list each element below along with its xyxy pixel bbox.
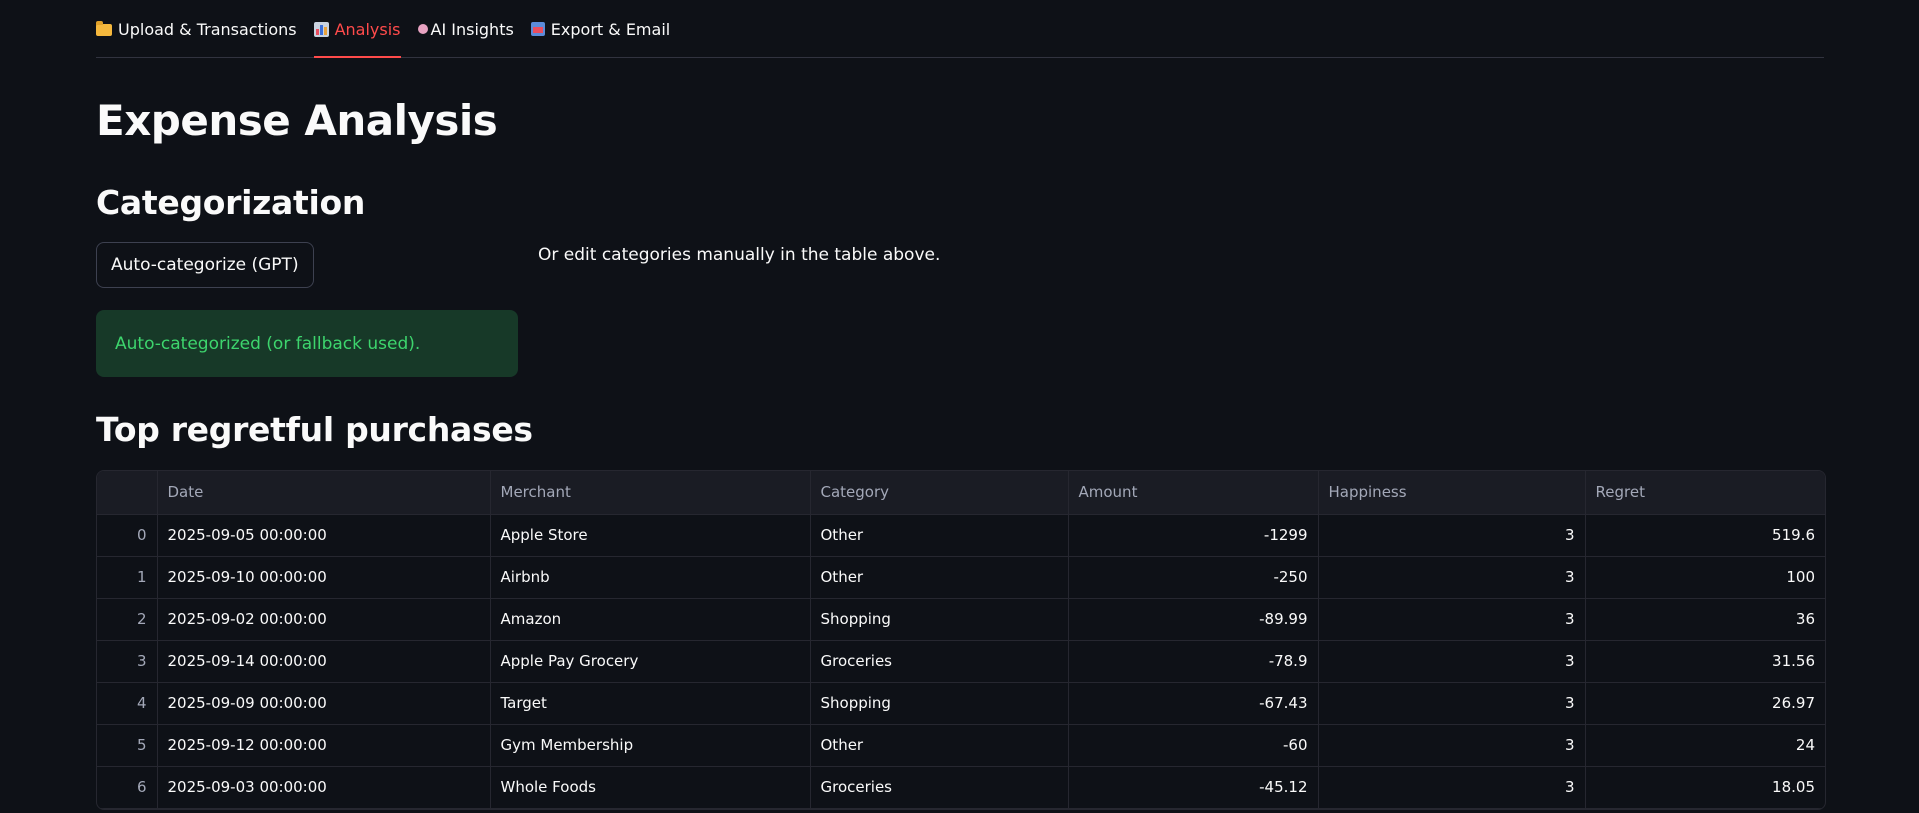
cell-category[interactable]: Groceries — [810, 766, 1069, 809]
cell-regret[interactable]: 26.97 — [1585, 682, 1825, 725]
column-header-merchant[interactable]: Merchant — [490, 471, 811, 515]
cell-category[interactable]: Other — [810, 556, 1069, 599]
regretful-heading: Top regretful purchases — [96, 410, 533, 449]
cell-merchant[interactable]: Target — [490, 682, 811, 725]
cell-regret[interactable]: 100 — [1585, 556, 1825, 599]
cell-category[interactable]: Other — [810, 514, 1069, 557]
success-message: Auto-categorized (or fallback used). — [115, 333, 421, 354]
table-row[interactable]: 3 2025-09-14 00:00:00 Apple Pay Grocery … — [97, 640, 1825, 683]
cell-category[interactable]: Shopping — [810, 682, 1069, 725]
cell-merchant[interactable]: Whole Foods — [490, 766, 811, 809]
auto-categorize-button[interactable]: Auto-categorize (GPT) — [96, 242, 314, 288]
cell-regret[interactable]: 24 — [1585, 724, 1825, 767]
success-alert: Auto-categorized (or fallback used). — [96, 310, 518, 377]
tab-label: Upload & Transactions — [118, 19, 297, 39]
cell-merchant[interactable]: Apple Pay Grocery — [490, 640, 811, 683]
column-header-index[interactable] — [97, 471, 158, 515]
row-index: 6 — [97, 766, 158, 809]
row-index: 0 — [97, 514, 158, 557]
categorization-heading: Categorization — [96, 183, 366, 222]
cell-amount[interactable]: -250 — [1068, 556, 1319, 599]
row-index: 4 — [97, 682, 158, 725]
cell-regret[interactable]: 31.56 — [1585, 640, 1825, 683]
cell-category[interactable]: Other — [810, 724, 1069, 767]
cell-amount[interactable]: -60 — [1068, 724, 1319, 767]
tab-ai-insights[interactable]: AI Insights — [417, 1, 514, 57]
cell-date[interactable]: 2025-09-02 00:00:00 — [157, 598, 491, 641]
tab-label: Analysis — [334, 19, 401, 39]
cell-happiness[interactable]: 3 — [1318, 598, 1586, 641]
cell-amount[interactable]: -78.9 — [1068, 640, 1319, 683]
manual-edit-hint: Or edit categories manually in the table… — [538, 245, 941, 265]
column-header-category[interactable]: Category — [810, 471, 1069, 515]
cell-date[interactable]: 2025-09-12 00:00:00 — [157, 724, 491, 767]
row-index: 1 — [97, 556, 158, 599]
cell-merchant[interactable]: Apple Store — [490, 514, 811, 557]
tab-bar: Upload & Transactions Analysis AI Insigh… — [96, 0, 1824, 58]
tab-label: Export & Email — [550, 19, 671, 39]
cell-amount[interactable]: -89.99 — [1068, 598, 1319, 641]
cell-happiness[interactable]: 3 — [1318, 766, 1586, 809]
cell-date[interactable]: 2025-09-09 00:00:00 — [157, 682, 491, 725]
regretful-table[interactable]: Date Merchant Category Amount Happiness … — [96, 470, 1826, 810]
column-header-date[interactable]: Date — [157, 471, 491, 515]
row-index: 3 — [97, 640, 158, 683]
main-container: Upload & Transactions Analysis AI Insigh… — [96, 0, 1826, 810]
cell-regret[interactable]: 36 — [1585, 598, 1825, 641]
cell-amount[interactable]: -45.12 — [1068, 766, 1319, 809]
cell-amount[interactable]: -67.43 — [1068, 682, 1319, 725]
cell-date[interactable]: 2025-09-03 00:00:00 — [157, 766, 491, 809]
cell-happiness[interactable]: 3 — [1318, 556, 1586, 599]
cell-happiness[interactable]: 3 — [1318, 640, 1586, 683]
row-index: 2 — [97, 598, 158, 641]
tab-upload-transactions[interactable]: Upload & Transactions — [96, 1, 297, 57]
cell-happiness[interactable]: 3 — [1318, 724, 1586, 767]
cell-category[interactable]: Shopping — [810, 598, 1069, 641]
row-index: 5 — [97, 724, 158, 767]
mailbox-icon — [530, 22, 545, 36]
cell-merchant[interactable]: Airbnb — [490, 556, 811, 599]
table-row[interactable]: 1 2025-09-10 00:00:00 Airbnb Other -250 … — [97, 556, 1825, 599]
tab-label: AI Insights — [430, 19, 514, 39]
cell-category[interactable]: Groceries — [810, 640, 1069, 683]
column-header-amount[interactable]: Amount — [1068, 471, 1319, 515]
table-row[interactable]: 2 2025-09-02 00:00:00 Amazon Shopping -8… — [97, 598, 1825, 641]
tab-export-email[interactable]: Export & Email — [530, 1, 671, 57]
table-row[interactable]: 4 2025-09-09 00:00:00 Target Shopping -6… — [97, 682, 1825, 725]
cell-merchant[interactable]: Amazon — [490, 598, 811, 641]
table-row[interactable]: 6 2025-09-03 00:00:00 Whole Foods Grocer… — [97, 766, 1825, 809]
cell-date[interactable]: 2025-09-05 00:00:00 — [157, 514, 491, 557]
folder-icon — [96, 21, 112, 36]
table-header-row: Date Merchant Category Amount Happiness … — [97, 471, 1825, 515]
column-header-happiness[interactable]: Happiness — [1318, 471, 1586, 515]
cell-regret[interactable]: 519.6 — [1585, 514, 1825, 557]
cell-merchant[interactable]: Gym Membership — [490, 724, 811, 767]
table-row[interactable]: 0 2025-09-05 00:00:00 Apple Store Other … — [97, 514, 1825, 557]
cell-regret[interactable]: 18.05 — [1585, 766, 1825, 809]
page-title: Expense Analysis — [96, 96, 498, 145]
brain-icon — [417, 24, 428, 34]
column-header-regret[interactable]: Regret — [1585, 471, 1825, 515]
tab-analysis[interactable]: Analysis — [313, 1, 401, 58]
cell-amount[interactable]: -1299 — [1068, 514, 1319, 557]
cell-date[interactable]: 2025-09-10 00:00:00 — [157, 556, 491, 599]
table-row[interactable]: 5 2025-09-12 00:00:00 Gym Membership Oth… — [97, 724, 1825, 767]
cell-happiness[interactable]: 3 — [1318, 682, 1586, 725]
cell-happiness[interactable]: 3 — [1318, 514, 1586, 557]
cell-date[interactable]: 2025-09-14 00:00:00 — [157, 640, 491, 683]
bar-chart-icon — [313, 21, 329, 37]
